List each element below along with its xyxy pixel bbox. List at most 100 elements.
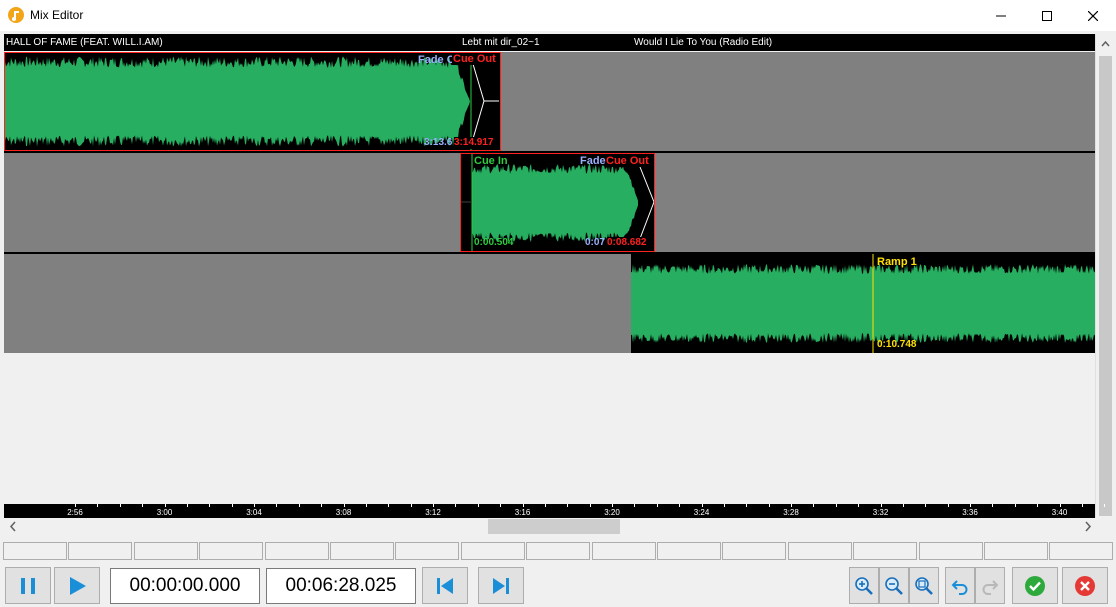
marker-cell[interactable] xyxy=(460,542,525,560)
timeline-tick xyxy=(209,504,211,507)
zoom-in-button[interactable] xyxy=(849,567,879,604)
timeline-tick-label: 3:40 xyxy=(1051,508,1068,517)
cue-out-marker-label[interactable]: Cue Out xyxy=(452,53,497,65)
maximize-button[interactable] xyxy=(1024,0,1070,31)
timeline-tick xyxy=(186,504,188,507)
marker-cell[interactable] xyxy=(1049,542,1114,560)
fade-time: 3:13.6 xyxy=(424,137,453,148)
play-icon xyxy=(70,576,86,595)
play-button[interactable] xyxy=(54,567,100,604)
zoom-out-icon xyxy=(885,576,903,595)
timeline-tick xyxy=(813,504,815,507)
timeline-tick-label: 3:12 xyxy=(425,508,441,517)
timeline-tick xyxy=(410,504,412,507)
track-lane-3[interactable]: Ramp 1 0:10.748 xyxy=(4,254,1095,353)
timeline-tick xyxy=(97,504,99,507)
close-window-button[interactable] xyxy=(1070,0,1116,31)
undo-icon xyxy=(951,579,968,595)
cue-in-marker-label[interactable]: Cue In xyxy=(474,155,508,167)
zoom-out-button[interactable] xyxy=(879,567,909,604)
scroll-up-icon[interactable] xyxy=(1096,36,1115,52)
track-clip-3[interactable]: Ramp 1 0:10.748 xyxy=(631,254,1095,353)
marker-cell[interactable] xyxy=(526,542,591,560)
scroll-left-icon[interactable] xyxy=(6,518,20,535)
marker-cell[interactable] xyxy=(722,542,787,560)
cancel-button[interactable] xyxy=(1062,567,1108,604)
timeline-tick xyxy=(477,504,479,507)
timeline-ruler[interactable]: 2:56 3:00 3:04 3:08 3:12 3:16 3:20 3:24 3:28 3:32… xyxy=(4,504,1106,518)
marker-cell[interactable] xyxy=(3,542,67,560)
track-lane-1[interactable]: Fade C Cue Out 3:13.6 3:14.917 xyxy=(4,52,1095,151)
title-bar: Mix Editor xyxy=(0,0,1116,31)
timeline-tick xyxy=(164,504,166,507)
timeline-tick xyxy=(343,504,345,507)
marker-cell[interactable] xyxy=(787,542,852,560)
duration-time-display[interactable]: 00:06:28.025 xyxy=(266,568,416,604)
marker-cell[interactable] xyxy=(199,542,264,560)
fade-marker-label[interactable]: Fade C xyxy=(418,54,455,66)
timeline-tick xyxy=(1037,504,1039,507)
timeline-tick xyxy=(947,504,949,507)
zoom-fit-icon xyxy=(915,576,933,595)
timeline-tick xyxy=(567,504,569,507)
ramp-time: 0:10.748 xyxy=(877,339,917,350)
marker-cell[interactable] xyxy=(264,542,329,560)
vertical-scroll-thumb[interactable] xyxy=(1099,56,1112,516)
track-title-1: HALL OF FAME (FEAT. WILL.I.AM) xyxy=(6,37,163,48)
marker-cell[interactable] xyxy=(853,542,918,560)
timeline-tick xyxy=(119,504,121,507)
undo-button[interactable] xyxy=(945,567,975,604)
marker-cell[interactable] xyxy=(330,542,394,560)
track-title-strip: HALL OF FAME (FEAT. WILL.I.AM) Lebt mit … xyxy=(4,34,1095,51)
timeline-tick-label: 3:36 xyxy=(962,508,978,517)
timeline-tick xyxy=(880,504,882,507)
timeline-tick xyxy=(679,504,681,507)
timeline-tick-label: 3:20 xyxy=(604,508,620,517)
marker-cell[interactable] xyxy=(68,542,133,560)
timeline-tick xyxy=(500,504,502,507)
timeline-tick xyxy=(992,504,994,507)
ramp-marker-label[interactable]: Ramp 1 xyxy=(877,256,917,268)
position-time-display[interactable]: 00:00:00.000 xyxy=(110,568,260,604)
timeline-tick-label: 3:32 xyxy=(872,508,889,517)
redo-button[interactable] xyxy=(975,567,1005,604)
horizontal-scrollbar[interactable] xyxy=(4,518,1095,535)
timeline-tick xyxy=(365,504,367,507)
minimize-button[interactable] xyxy=(978,0,1024,31)
marker-cell[interactable] xyxy=(918,542,983,560)
pause-icon xyxy=(21,577,35,594)
timeline-tick xyxy=(1081,504,1083,507)
fade-time: 0:07 xyxy=(585,237,606,248)
timeline-tick xyxy=(858,504,860,507)
timeline-tick xyxy=(723,504,725,507)
timeline-tick xyxy=(276,504,278,507)
track-lane-2[interactable]: Cue In Fade Cue Out 0:00.504 0:07 0:08.6… xyxy=(4,153,1095,252)
skip-to-start-button[interactable] xyxy=(422,567,468,604)
check-icon xyxy=(1025,575,1045,596)
marker-cell[interactable] xyxy=(591,542,656,560)
ok-button[interactable] xyxy=(1012,567,1058,604)
cue-out-marker-label[interactable]: Cue Out xyxy=(606,155,649,167)
fade-marker-label[interactable]: Fade xyxy=(580,155,606,167)
zoom-fit-button[interactable] xyxy=(909,567,939,604)
vertical-scrollbar[interactable] xyxy=(1095,34,1115,518)
marker-cell[interactable] xyxy=(395,542,460,560)
scroll-right-icon[interactable] xyxy=(1081,518,1095,535)
cue-out-time: 0:08.682 xyxy=(607,237,647,249)
marker-cell[interactable] xyxy=(984,542,1048,560)
timeline-tick-label: 3:28 xyxy=(783,508,799,517)
timeline-tick-label: 3:04 xyxy=(246,508,262,517)
timeline-tick xyxy=(612,504,613,507)
skip-to-end-button[interactable] xyxy=(478,567,524,604)
app-logo-icon xyxy=(8,7,24,23)
pause-button[interactable] xyxy=(5,567,51,604)
window-title: Mix Editor xyxy=(30,8,84,22)
marker-cell[interactable] xyxy=(133,542,198,560)
timeline-tick xyxy=(902,504,904,507)
marker-cell[interactable] xyxy=(657,542,721,560)
zoom-in-icon xyxy=(855,576,873,595)
track-clip-2[interactable]: Cue In Fade Cue Out 0:00.504 0:07 0:08.6… xyxy=(460,153,655,252)
track-clip-1[interactable]: Fade C Cue Out 3:13.6 3:14.917 xyxy=(4,52,501,151)
timeline-tick xyxy=(746,504,748,507)
horizontal-scroll-thumb[interactable] xyxy=(488,519,620,534)
